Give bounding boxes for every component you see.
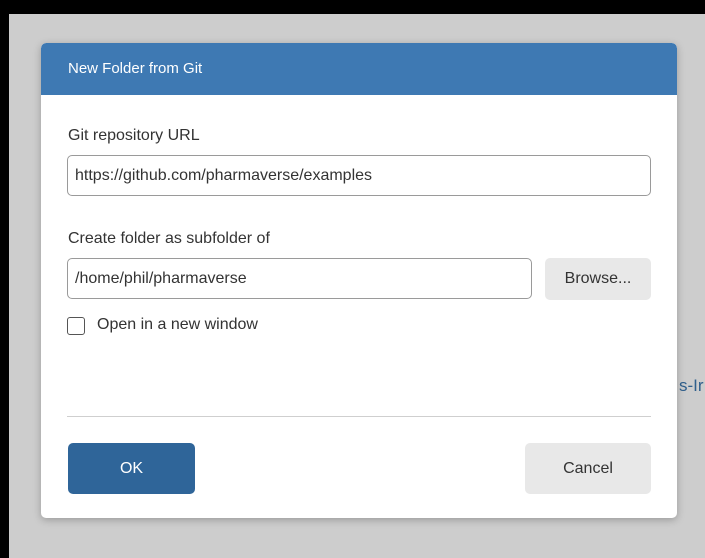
new-folder-from-git-dialog: New Folder from Git Git repository URL C… [41, 43, 677, 518]
subfolder-path-input[interactable] [67, 258, 532, 299]
repo-url-input[interactable] [67, 155, 651, 196]
footer-divider [67, 416, 651, 417]
ok-button[interactable]: OK [68, 443, 195, 494]
new-window-checkbox[interactable] [67, 317, 85, 335]
background-link-fragment: s-Ir [679, 376, 704, 395]
dialog-title: New Folder from Git [68, 60, 203, 77]
repo-url-label: Git repository URL [68, 127, 200, 144]
browse-button[interactable]: Browse... [545, 258, 651, 300]
cancel-button[interactable]: Cancel [525, 443, 651, 494]
subfolder-label: Create folder as subfolder of [68, 230, 270, 247]
dialog-titlebar: New Folder from Git [41, 43, 677, 95]
new-window-label[interactable]: Open in a new window [97, 316, 258, 334]
